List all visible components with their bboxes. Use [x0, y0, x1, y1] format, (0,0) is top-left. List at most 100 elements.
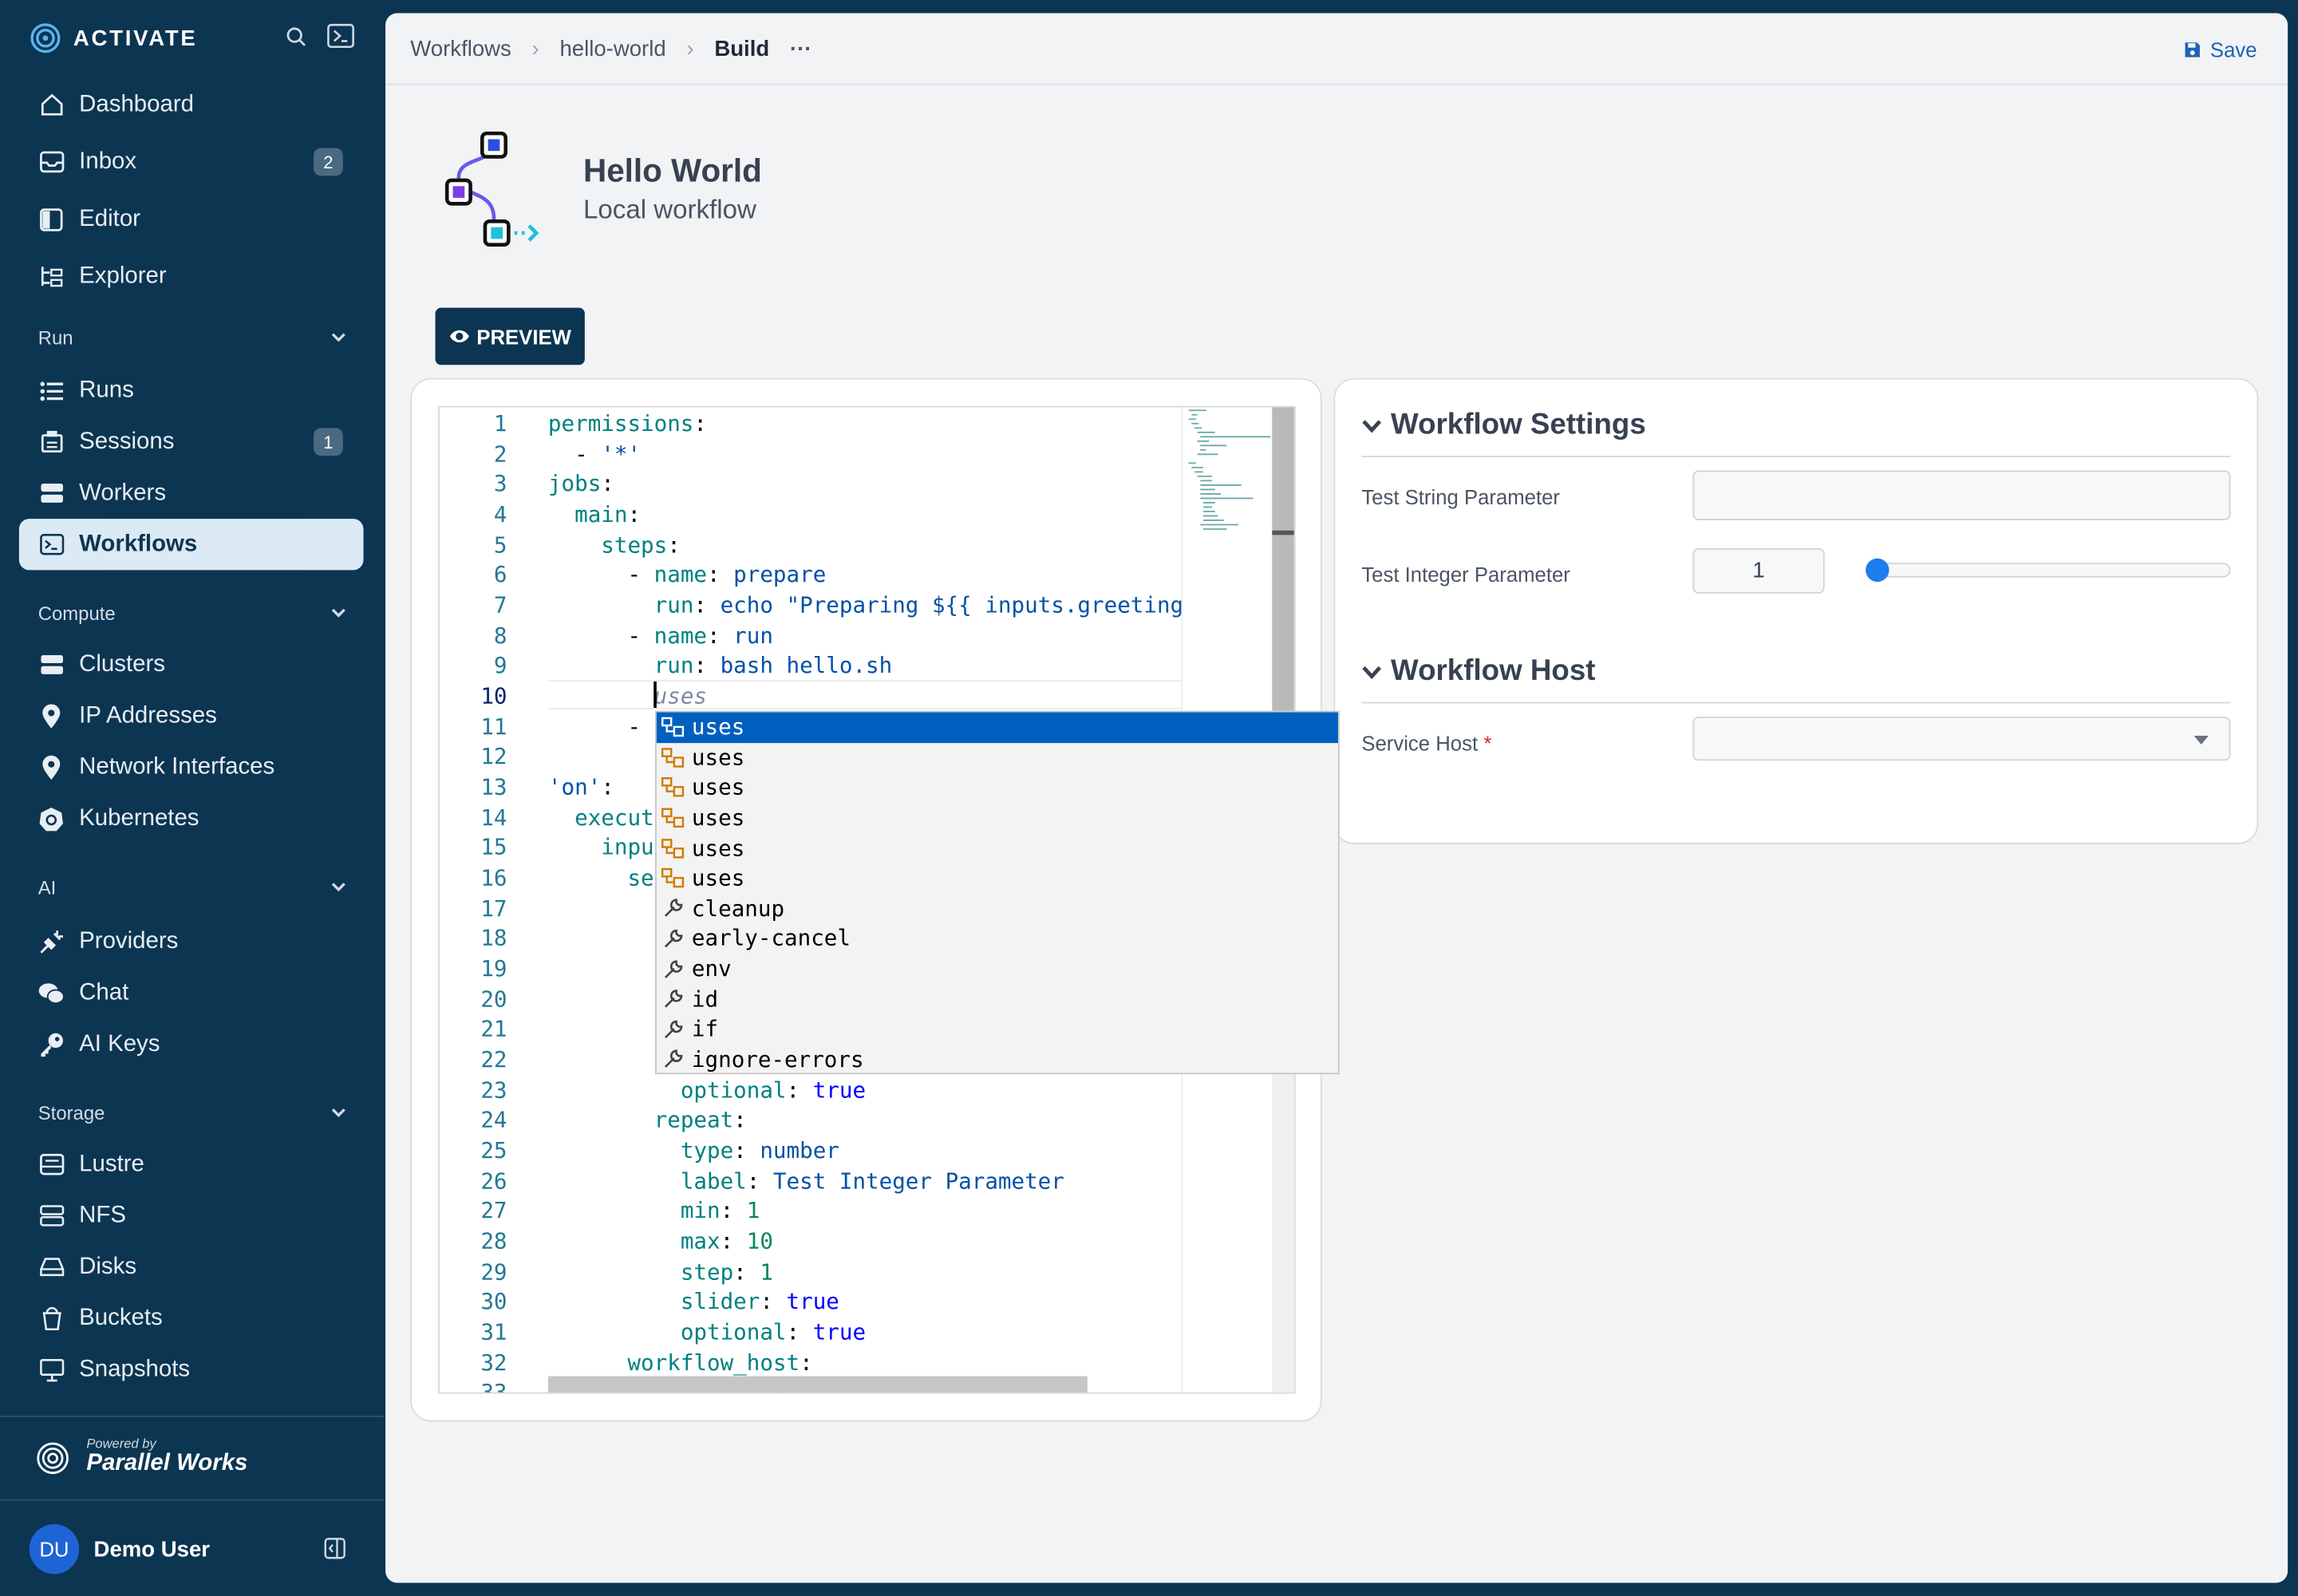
sidebar-item-label: Kubernetes: [79, 805, 199, 831]
sidebar-item-ai-keys[interactable]: AI Keys: [19, 1018, 364, 1069]
suggestion-item[interactable]: uses: [657, 772, 1338, 803]
parallel-works-name: Parallel Works: [86, 1451, 248, 1476]
main-content: Workflows › hello-world › Build ··· Save…: [385, 13, 2288, 1583]
chevron-down-icon: [331, 883, 345, 892]
suggestion-label: uses: [691, 835, 745, 862]
chevron-down-icon: [331, 608, 345, 618]
sidebar-item-ip-addresses[interactable]: IP Addresses: [19, 690, 364, 741]
code-line: main:: [574, 501, 642, 528]
suggestion-item[interactable]: uses: [657, 833, 1338, 863]
powered-by-footer: Powered by Parallel Works: [0, 1416, 385, 1501]
sidebar-item-clusters[interactable]: Clusters: [19, 639, 364, 690]
collapse-sidebar-icon[interactable]: [324, 1538, 346, 1560]
divider: [1361, 701, 2231, 704]
terminal-icon[interactable]: [327, 23, 355, 49]
search-icon[interactable]: [286, 26, 306, 46]
storage-icon: [38, 1203, 65, 1229]
sidebar: ACTIVATE Dashboard Inbox 2 Editor Explor…: [0, 0, 385, 1596]
editor-horizontal-scrollbar[interactable]: [547, 1376, 1088, 1393]
line-number: 12: [480, 743, 507, 770]
service-host-select[interactable]: [1692, 717, 2231, 761]
code-line: - name: prepare: [627, 562, 827, 589]
suggestion-label: cleanup: [691, 895, 785, 922]
suggestion-label: ignore-errors: [691, 1045, 864, 1073]
sidebar-item-disks[interactable]: Disks: [19, 1242, 364, 1293]
workflow-settings-header[interactable]: Workflow Settings: [1361, 409, 1646, 442]
section-run-toggle[interactable]: Run: [38, 327, 346, 349]
line-number: 26: [480, 1167, 507, 1195]
workflow-host-title: Workflow Host: [1391, 654, 1596, 688]
suggestion-item[interactable]: ignore-errors: [657, 1045, 1338, 1075]
section-compute-label: Compute: [38, 602, 116, 625]
test-string-parameter-input[interactable]: [1692, 470, 2231, 520]
sidebar-item-inbox[interactable]: Inbox 2: [19, 136, 364, 188]
sidebar-item-dashboard[interactable]: Dashboard: [19, 79, 364, 130]
sidebar-item-snapshots[interactable]: Snapshots: [19, 1344, 364, 1395]
line-number: 28: [480, 1228, 507, 1255]
sidebar-item-label: Inbox: [79, 148, 137, 174]
activate-logo-icon: [30, 23, 61, 53]
sidebar-item-buckets[interactable]: Buckets: [19, 1293, 364, 1344]
sidebar-item-explorer[interactable]: Explorer: [19, 251, 364, 302]
suggestion-item[interactable]: cleanup: [657, 893, 1338, 923]
user-menu[interactable]: DU Demo User: [29, 1524, 211, 1574]
sidebar-item-label: Runs: [79, 377, 134, 403]
suggestion-item[interactable]: uses: [657, 803, 1338, 833]
slider-thumb[interactable]: [1866, 558, 1889, 583]
workflow-host-header[interactable]: Workflow Host: [1361, 654, 1596, 689]
line-number: 14: [480, 804, 507, 831]
sidebar-item-label: Explorer: [79, 263, 167, 288]
more-options-icon[interactable]: ···: [790, 36, 812, 61]
terminal-icon: [38, 531, 65, 558]
sidebar-item-label: Disks: [79, 1254, 137, 1279]
line-number: 17: [480, 895, 507, 922]
sidebar-item-runs[interactable]: Runs: [19, 365, 364, 416]
scrollbar-thumb[interactable]: [1272, 407, 1294, 713]
line-number: 18: [480, 925, 507, 952]
monitor-icon: [38, 1357, 65, 1383]
service-host-label: Service Host *: [1361, 731, 1491, 754]
sidebar-item-sessions[interactable]: Sessions 1: [19, 417, 364, 468]
suggestion-item[interactable]: env: [657, 954, 1338, 984]
section-ai-toggle[interactable]: AI: [38, 876, 346, 899]
line-number: 23: [480, 1077, 507, 1104]
suggestion-item[interactable]: early-cancel: [657, 923, 1338, 954]
test-integer-parameter-input[interactable]: 1: [1692, 547, 1825, 594]
parallel-works-logo-icon: [37, 1442, 69, 1475]
sidebar-item-kubernetes[interactable]: Kubernetes: [19, 793, 364, 844]
user-name: Demo User: [93, 1536, 211, 1562]
sidebar-item-chat[interactable]: Chat: [19, 967, 364, 1018]
suggestion-item[interactable]: id: [657, 984, 1338, 1014]
sidebar-item-providers[interactable]: Providers: [19, 916, 364, 967]
suggestion-label: id: [691, 986, 719, 1013]
breadcrumb-hello-world[interactable]: hello-world: [559, 36, 665, 61]
line-number: 4: [493, 501, 507, 528]
breadcrumb-workflows[interactable]: Workflows: [410, 36, 511, 61]
chevron-down-icon: [1362, 666, 1382, 679]
test-integer-parameter-slider[interactable]: [1866, 558, 2231, 583]
suggestion-item[interactable]: uses: [657, 863, 1338, 894]
save-button[interactable]: Save: [2184, 38, 2257, 61]
sidebar-item-lustre[interactable]: Lustre: [19, 1139, 364, 1190]
line-number: 1: [493, 410, 507, 437]
sidebar-item-workers[interactable]: Workers: [19, 468, 364, 519]
preview-button[interactable]: PREVIEW: [435, 307, 585, 365]
code-line: type: number: [680, 1137, 839, 1164]
brand[interactable]: ACTIVATE: [30, 21, 198, 56]
section-storage-toggle[interactable]: Storage: [38, 1102, 346, 1124]
section-compute-toggle[interactable]: Compute: [38, 602, 346, 625]
sidebar-item-editor[interactable]: Editor: [19, 193, 364, 244]
sidebar-item-workflows[interactable]: Workflows: [18, 519, 364, 571]
suggestion-item[interactable]: if: [657, 1014, 1338, 1045]
sidebar-item-network-interfaces[interactable]: Network Interfaces: [19, 741, 364, 792]
suggestion-item[interactable]: uses: [656, 712, 1338, 743]
sidebar-item-label: Workflows: [79, 531, 198, 556]
sidebar-item-label: AI Keys: [79, 1031, 160, 1057]
line-number: 25: [480, 1137, 507, 1164]
sidebar-item-nfs[interactable]: NFS: [19, 1190, 364, 1241]
disk-icon: [38, 1254, 65, 1280]
code-line: jobs:: [547, 471, 614, 498]
sidebar-item-label: Chat: [79, 979, 129, 1005]
suggestion-item[interactable]: uses: [657, 742, 1338, 772]
caret-down-icon: [2193, 735, 2209, 745]
